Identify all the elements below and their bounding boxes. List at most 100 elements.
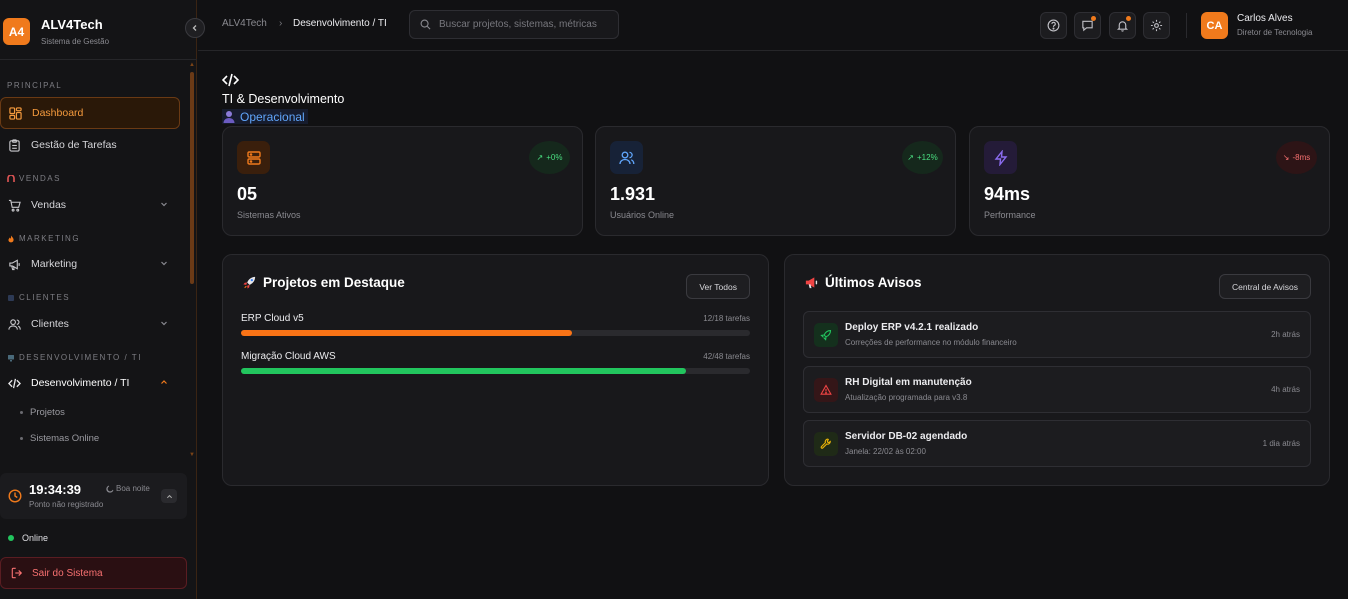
notifications-badge: [1126, 16, 1131, 21]
code-icon: [222, 73, 239, 87]
clipboard-icon: [8, 138, 21, 152]
breadcrumb-separator: ›: [279, 18, 283, 29]
stat-label: Usuários Online: [610, 210, 675, 220]
dashboard-icon: [9, 106, 22, 120]
section-marketing-label: MARKETING: [19, 234, 81, 243]
stat-value: 05: [237, 184, 258, 204]
stat-card-usuarios: ↗ +12% 1.931 Usuários Online: [595, 126, 956, 236]
section-vendas: VENDAS: [7, 174, 61, 183]
project-progress-track: [241, 368, 750, 374]
avatar[interactable]: CA: [1201, 12, 1228, 39]
stat-label: Sistemas Ativos: [237, 210, 301, 220]
bullet-icon: [20, 437, 23, 440]
notices-panel: Últimos Avisos Central de Avisos Deploy …: [784, 254, 1330, 486]
trend-up-icon: ↗: [907, 153, 914, 162]
stat-label: Performance: [984, 210, 1036, 220]
sidebar-subitem-label: Sistemas Online: [30, 433, 100, 444]
rocket-icon: [242, 275, 257, 290]
page-title: TI & Desenvolvimento: [222, 92, 345, 106]
projects-panel: Projetos em Destaque Ver Todos ERP Cloud…: [222, 254, 769, 486]
brand: A4 ALV4Tech Sistema de Gestão: [0, 0, 197, 60]
notices-title: Últimos Avisos: [804, 275, 922, 290]
trend-badge: ↗ +12%: [902, 141, 943, 174]
notice-title: Servidor DB-02 agendado: [845, 431, 968, 442]
notice-desc: Janela: 22/02 às 02:00: [845, 447, 926, 456]
notice-time: 4h atrás: [1271, 385, 1300, 394]
users-icon: [8, 318, 21, 331]
logout-icon: [11, 567, 23, 579]
search-input[interactable]: [439, 19, 614, 30]
chevron-down-icon: [160, 200, 168, 208]
sidebar-item-vendas[interactable]: Vendas: [0, 189, 180, 221]
scroll-down-icon[interactable]: ▼: [189, 452, 195, 458]
clock-widget: 19:34:39 Ponto não registrado Boa noite: [0, 473, 187, 519]
chevron-up-icon: [160, 378, 168, 386]
megaphone-icon: [8, 258, 21, 271]
chevron-up-icon: [166, 493, 173, 500]
breadcrumb-root[interactable]: ALV4Tech: [222, 18, 267, 29]
collapse-sidebar-button[interactable]: [185, 18, 205, 38]
sidebar-item-dev[interactable]: Desenvolvimento / TI: [0, 367, 180, 399]
messages-badge: [1091, 16, 1096, 21]
notice-time: 2h atrás: [1271, 330, 1300, 339]
section-vendas-label: VENDAS: [19, 174, 61, 183]
search-box[interactable]: [409, 10, 619, 39]
logout-button[interactable]: Sair do Sistema: [0, 557, 187, 589]
notice-title: Deploy ERP v4.2.1 realizado: [845, 322, 979, 333]
greeting-text: Boa noite: [116, 484, 150, 493]
notices-center-button[interactable]: Central de Avisos: [1219, 274, 1311, 299]
view-all-button[interactable]: Ver Todos: [686, 274, 750, 299]
settings-button[interactable]: [1143, 12, 1170, 39]
stat-card-sistemas: ↗ +0% 05 Sistemas Ativos: [222, 126, 583, 236]
notices-title-text: Últimos Avisos: [825, 275, 922, 290]
gear-icon: [1150, 19, 1163, 32]
notifications-button[interactable]: [1109, 12, 1136, 39]
sidebar-item-tarefas[interactable]: Gestão de Tarefas: [0, 129, 180, 161]
sidebar-item-marketing[interactable]: Marketing: [0, 248, 180, 280]
projects-title: Projetos em Destaque: [242, 275, 405, 290]
help-button[interactable]: [1040, 12, 1067, 39]
sidebar-item-label: Desenvolvimento / TI: [31, 377, 130, 389]
search-icon: [420, 19, 431, 30]
header-divider: [1186, 13, 1187, 38]
sidebar-item-label: Dashboard: [32, 107, 84, 119]
scroll-up-icon[interactable]: ▲: [189, 62, 195, 68]
user-name[interactable]: Carlos Alves: [1237, 13, 1293, 24]
sidebar-subitem-sistemas[interactable]: Sistemas Online: [20, 433, 99, 444]
sidebar: A4 ALV4Tech Sistema de Gestão ▲ ▼ PRINCI…: [0, 0, 197, 599]
online-dot-icon: [8, 535, 14, 541]
sidebar-scroll-thumb[interactable]: [190, 72, 194, 284]
help-icon: [1047, 19, 1060, 32]
notice-item[interactable]: RH Digital em manutenção Atualização pro…: [803, 366, 1311, 413]
trend-value: +12%: [917, 153, 938, 162]
rocket-icon: [814, 323, 838, 347]
chevron-down-icon: [160, 319, 168, 327]
trend-badge: ↗ +0%: [529, 141, 570, 174]
sidebar-subitem-label: Projetos: [30, 407, 65, 418]
projects-title-text: Projetos em Destaque: [263, 275, 405, 290]
project-name: ERP Cloud v5: [241, 313, 304, 324]
sidebar-subitem-projetos[interactable]: Projetos: [20, 407, 65, 418]
status-badge: Operacional: [222, 109, 308, 124]
topbar: ALV4Tech › Desenvolvimento / TI CA Carlo…: [198, 0, 1348, 51]
sidebar-item-clientes[interactable]: Clientes: [0, 308, 180, 340]
sidebar-item-dashboard[interactable]: Dashboard: [0, 97, 180, 129]
stat-value: 94ms: [984, 184, 1031, 204]
sidebar-item-label: Gestão de Tarefas: [31, 139, 117, 151]
trend-value: +0%: [546, 153, 563, 162]
notice-item[interactable]: Servidor DB-02 agendado Janela: 22/02 às…: [803, 420, 1311, 467]
section-dev-label: DESENVOLVIMENTO / TI: [19, 353, 142, 362]
project-progress-fill: [241, 368, 687, 374]
sidebar-item-label: Vendas: [31, 199, 67, 211]
computer-section-icon: [7, 354, 15, 362]
moon-icon: [106, 485, 114, 493]
clock-toggle-button[interactable]: [161, 489, 177, 503]
messages-button[interactable]: [1074, 12, 1101, 39]
notice-item[interactable]: Deploy ERP v4.2.1 realizado Correções de…: [803, 311, 1311, 358]
clients-section-icon: [7, 294, 15, 302]
user-icon: [222, 110, 236, 123]
bullet-icon: [20, 411, 23, 414]
section-dev: DESENVOLVIMENTO / TI: [7, 353, 142, 362]
chevron-left-icon: [191, 24, 199, 32]
brand-logo: A4: [3, 18, 30, 45]
